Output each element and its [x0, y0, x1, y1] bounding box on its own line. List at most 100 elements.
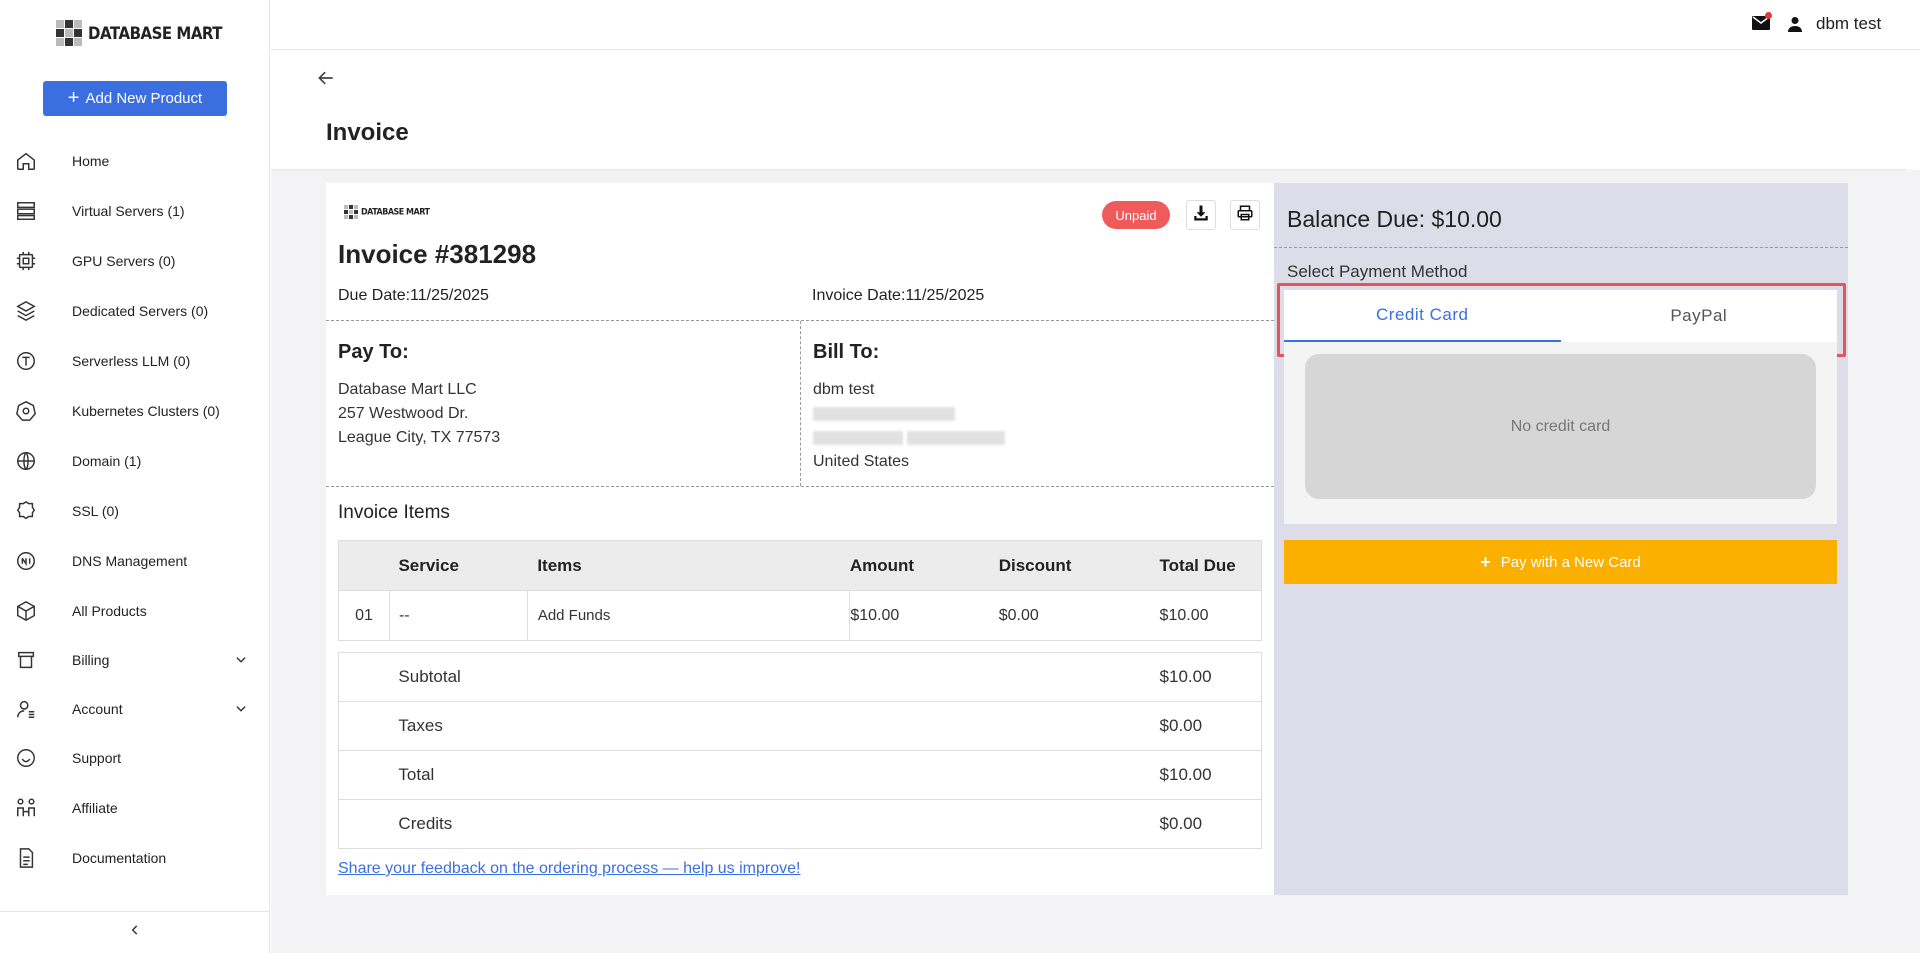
sidebar-item-label: Serverless LLM (0)	[72, 353, 191, 369]
table-header-row: Service Items Amount Discount Total Due	[338, 540, 1262, 591]
summary-value: $0.00	[1159, 701, 1262, 751]
status-badge: Unpaid	[1102, 201, 1170, 229]
chevron-down-icon[interactable]	[234, 702, 248, 716]
sidebar-item-label: Home	[72, 153, 110, 169]
logo-mark-icon	[344, 205, 358, 219]
pay-to-street: 257 Westwood Dr.	[338, 405, 469, 422]
due-date: Due Date:11/25/2025	[338, 287, 489, 304]
chevron-down-icon[interactable]	[234, 653, 248, 667]
payment-method-label: Select Payment Method	[1287, 262, 1468, 281]
summary-value: $10.00	[1159, 750, 1262, 800]
sidebar-item-dedicated-servers[interactable]: Dedicated Servers (0)	[0, 286, 270, 336]
summary-label: Credits	[398, 799, 1160, 849]
pay-with-new-card-label: Pay with a New Card	[1500, 553, 1641, 571]
sidebar-item-gpu-servers[interactable]: GPU Servers (0)	[0, 236, 270, 286]
summary-label: Taxes	[398, 701, 1160, 751]
sidebar-item-label: Billing	[72, 652, 110, 669]
home-icon	[15, 150, 37, 172]
sidebar-item-virtual-servers[interactable]: Virtual Servers (1)	[0, 186, 270, 236]
user-icon[interactable]	[1787, 16, 1803, 32]
globe-icon	[15, 450, 37, 472]
plus-icon: +	[1480, 551, 1491, 572]
payment-method-tabs: Credit Card PayPal	[1284, 290, 1837, 342]
payment-divider	[1274, 247, 1848, 248]
sidebar-item-documentation[interactable]: Documentation	[0, 833, 270, 883]
sidebar-item-label: Kubernetes Clusters (0)	[72, 403, 220, 419]
invoice-summary-table: Subtotal $10.00 Taxes $0.00 Total $10.00…	[338, 652, 1262, 849]
logo-mark-icon	[56, 20, 84, 46]
brand-name: DATABASE MART	[88, 22, 223, 44]
invoice-items-table: Service Items Amount Discount Total Due …	[338, 540, 1262, 641]
row-total: $10.00	[1159, 590, 1262, 641]
summary-value: $0.00	[1159, 799, 1262, 849]
print-icon	[1236, 204, 1254, 227]
print-button[interactable]	[1230, 200, 1260, 230]
brand-name: DATABASE MART	[361, 206, 430, 217]
back-arrow-icon[interactable]	[316, 68, 336, 88]
pay-to-company: Database Mart LLC	[338, 381, 477, 398]
invoice-card: DATABASE MART Unpaid Invoice #381298 Due…	[326, 183, 1274, 895]
summary-row-taxes: Taxes $0.00	[338, 701, 1262, 751]
add-new-product-label: Add New Product	[85, 90, 203, 107]
sidebar-item-kubernetes[interactable]: Kubernetes Clusters (0)	[0, 386, 270, 436]
sidebar-item-ssl[interactable]: SSL (0)	[0, 486, 270, 536]
sidebar-item-all-products[interactable]: All Products	[0, 586, 270, 636]
invoice-items-title: Invoice Items	[338, 502, 450, 523]
row-amount: $10.00	[849, 590, 999, 641]
bill-to-redacted-line	[813, 402, 1005, 426]
balance-due: Balance Due: $10.00	[1287, 206, 1502, 232]
brand-logo[interactable]: DATABASE MART	[56, 20, 223, 46]
add-new-product-button[interactable]: + Add New Product	[43, 81, 227, 116]
sidebar-item-account[interactable]: Account	[0, 685, 270, 734]
feedback-link[interactable]: Share your feedback on the ordering proc…	[338, 860, 800, 878]
sidebar-item-label: Account	[72, 700, 123, 717]
download-icon	[1192, 204, 1210, 227]
summary-row-credits: Credits $0.00	[338, 799, 1262, 849]
kubernetes-icon	[15, 400, 37, 422]
summary-row-total: Total $10.00	[338, 750, 1262, 800]
sidebar-item-label: Domain (1)	[72, 453, 142, 469]
pay-to-city: League City, TX 77573	[338, 429, 501, 446]
bill-to: Bill To: dbm test United States	[813, 341, 1006, 474]
notification-dot	[1765, 12, 1772, 19]
sidebar-item-label: Affiliate	[72, 800, 118, 816]
bill-to-name: dbm test	[813, 381, 875, 398]
account-icon	[15, 698, 37, 720]
sidebar-item-label: Virtual Servers (1)	[72, 203, 185, 219]
sidebar-item-support[interactable]: Support	[0, 733, 270, 783]
sidebar-nav: Home Virtual Servers (1) GPU Servers (0)…	[0, 136, 270, 883]
sidebar-item-home[interactable]: Home	[0, 136, 270, 186]
row-discount: $0.00	[998, 590, 1160, 641]
sidebar-item-affiliate[interactable]: Affiliate	[0, 783, 270, 833]
collapse-sidebar-button[interactable]	[0, 911, 270, 953]
tab-paypal[interactable]: PayPal	[1561, 290, 1838, 342]
support-icon	[15, 747, 37, 769]
sidebar-item-domain[interactable]: Domain (1)	[0, 436, 270, 486]
billing-icon	[15, 649, 37, 671]
invoice-date: Invoice Date:11/25/2025	[812, 287, 985, 304]
table-header-no	[338, 540, 390, 591]
download-button[interactable]	[1186, 200, 1216, 230]
summary-value: $10.00	[1159, 652, 1262, 702]
bill-to-country: United States	[813, 453, 910, 470]
row-item: Add Funds	[526, 590, 851, 641]
table-header: Service	[389, 540, 528, 591]
sidebar-item-serverless-llm[interactable]: Serverless LLM (0)	[0, 336, 270, 386]
sidebar-item-billing[interactable]: Billing	[0, 636, 270, 685]
plus-icon: +	[67, 86, 80, 109]
user-name[interactable]: dbm test	[1816, 14, 1881, 34]
bill-to-heading: Bill To:	[813, 341, 880, 363]
table-header: Items	[527, 540, 850, 591]
row-service: --	[388, 590, 528, 641]
ssl-badge-icon	[15, 500, 37, 522]
pay-with-new-card-button[interactable]: + Pay with a New Card	[1284, 540, 1837, 584]
address-section: Pay To: Database Mart LLC 257 Westwood D…	[326, 320, 1274, 487]
tab-credit-card[interactable]: Credit Card	[1284, 290, 1561, 342]
sidebar-item-dns[interactable]: DNS Management	[0, 536, 270, 586]
sidebar-item-label: All Products	[72, 603, 147, 619]
summary-label: Subtotal	[398, 652, 1160, 702]
document-icon	[15, 847, 37, 869]
chip-icon	[15, 250, 37, 272]
server-icon	[15, 200, 37, 222]
credit-card-area: No credit card	[1284, 342, 1837, 524]
